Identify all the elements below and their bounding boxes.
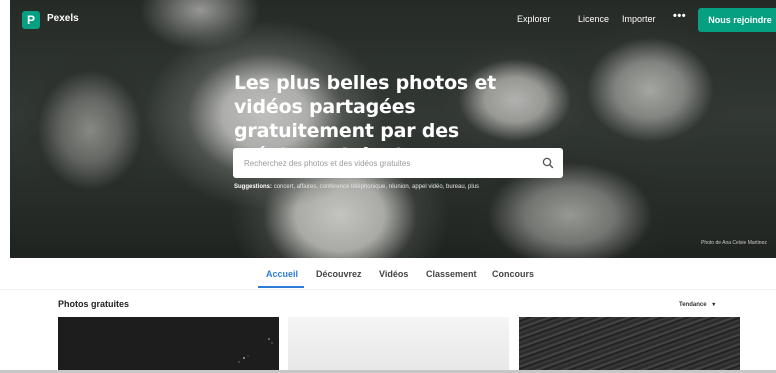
tab-concours[interactable]: Concours xyxy=(492,269,534,279)
photo-thumbnail xyxy=(238,338,273,363)
section-title: Photos gratuites xyxy=(58,299,130,309)
join-button[interactable]: Nous rejoindre xyxy=(698,8,776,32)
sort-dropdown[interactable]: Tendance ▾ xyxy=(679,301,715,308)
page: P Pexels Explorer Licence Importer ••• N… xyxy=(0,0,776,373)
tab-accueil[interactable]: Accueil xyxy=(266,269,298,279)
search-bar xyxy=(233,148,563,178)
photo-card[interactable] xyxy=(58,317,279,370)
search-icon[interactable] xyxy=(541,156,555,170)
tab-videos[interactable]: Vidéos xyxy=(379,269,408,279)
brand-name[interactable]: Pexels xyxy=(47,13,79,24)
search-input[interactable] xyxy=(233,148,533,178)
tab-decouvrez[interactable]: Découvrez xyxy=(316,269,362,279)
photo-card[interactable] xyxy=(519,317,740,370)
suggestions-label: Suggestions: xyxy=(234,184,273,190)
pexels-logo-icon[interactable]: P xyxy=(22,11,40,29)
active-tab-indicator xyxy=(258,286,304,288)
nav-link-importer[interactable]: Importer xyxy=(622,14,656,24)
chevron-down-icon: ▾ xyxy=(712,302,716,308)
nav-link-licence[interactable]: Licence xyxy=(578,14,609,24)
photo-card[interactable] xyxy=(288,317,509,370)
top-nav: P Pexels Explorer Licence Importer ••• N… xyxy=(10,0,776,40)
tab-classement[interactable]: Classement xyxy=(426,269,477,279)
search-suggestions: Suggestions: concert, affaires, conféren… xyxy=(234,184,479,190)
suggestions-list[interactable]: concert, affaires, conférence téléphoniq… xyxy=(274,184,479,190)
more-menu-icon[interactable]: ••• xyxy=(673,10,686,22)
nav-link-explorer[interactable]: Explorer xyxy=(517,14,551,24)
photo-credit[interactable]: Photo de Ana Celsie Martinez xyxy=(701,240,767,246)
section-tabs: Accueil Découvrez Vidéos Classement Conc… xyxy=(0,258,776,290)
sort-label: Tendance xyxy=(679,302,707,308)
